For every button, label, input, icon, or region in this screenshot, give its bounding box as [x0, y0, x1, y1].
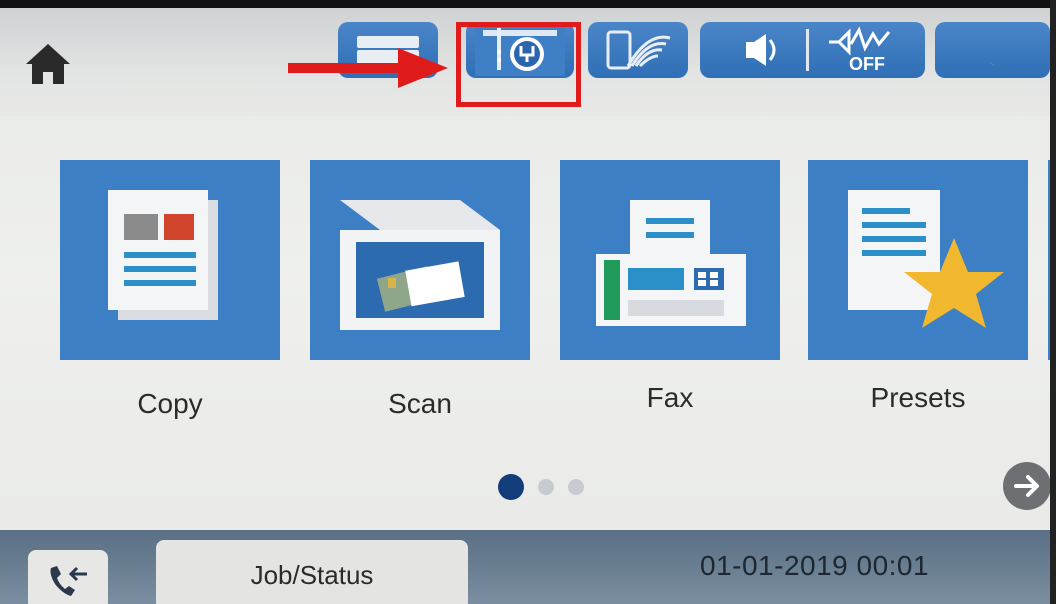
screen-bezel-right [1050, 0, 1056, 604]
presets-label: Presets [870, 382, 966, 413]
next-page-button[interactable] [1003, 462, 1051, 510]
sound-icon [746, 34, 776, 66]
sleep-button[interactable] [935, 22, 1050, 78]
fax-send-receive-button[interactable] [28, 550, 108, 604]
scan-icon [340, 200, 500, 330]
quiet-mode-text: OFF [849, 54, 885, 74]
fax-label: Fax [646, 382, 694, 413]
scan-label: Scan [388, 388, 452, 419]
fax-app-tile[interactable] [560, 160, 780, 360]
fax-icon [596, 200, 746, 326]
quiet-mode-icon: OFF [829, 26, 891, 74]
status-divider [806, 29, 809, 71]
copy-app-tile[interactable] [60, 160, 280, 360]
page-indicator [498, 474, 584, 500]
page-dot [568, 479, 584, 495]
printer-control-panel: OFF Copy Scan Fax Presets Job/Status 01-… [0, 0, 1056, 604]
presets-app-tile[interactable] [808, 160, 1028, 360]
sound-quiet-mode-button[interactable]: OFF [700, 22, 925, 78]
copy-icon [108, 190, 218, 320]
date-time-display: 01-01-2019 00:01 [700, 550, 930, 581]
screen-bezel [0, 0, 1056, 8]
phone-incoming-icon [50, 566, 87, 596]
page-dot [538, 479, 554, 495]
presets-icon [848, 190, 1004, 328]
annotation-arrow-icon [288, 46, 458, 90]
page-dot-active [498, 474, 524, 500]
bottom-bar: Job/Status 01-01-2019 00:01 [0, 530, 1056, 604]
home-icon[interactable] [22, 38, 74, 90]
status-bar: OFF [0, 8, 1056, 116]
wifi-direct-icon [606, 30, 671, 70]
sleep-moon-icon [983, 34, 1003, 67]
job-status-button[interactable]: Job/Status [156, 540, 468, 604]
wifi-status-button[interactable] [588, 22, 688, 78]
arrow-right-icon [1014, 475, 1039, 497]
highlight-annotation-box [456, 22, 581, 107]
copy-label: Copy [137, 388, 203, 419]
scan-app-tile[interactable] [310, 160, 530, 360]
